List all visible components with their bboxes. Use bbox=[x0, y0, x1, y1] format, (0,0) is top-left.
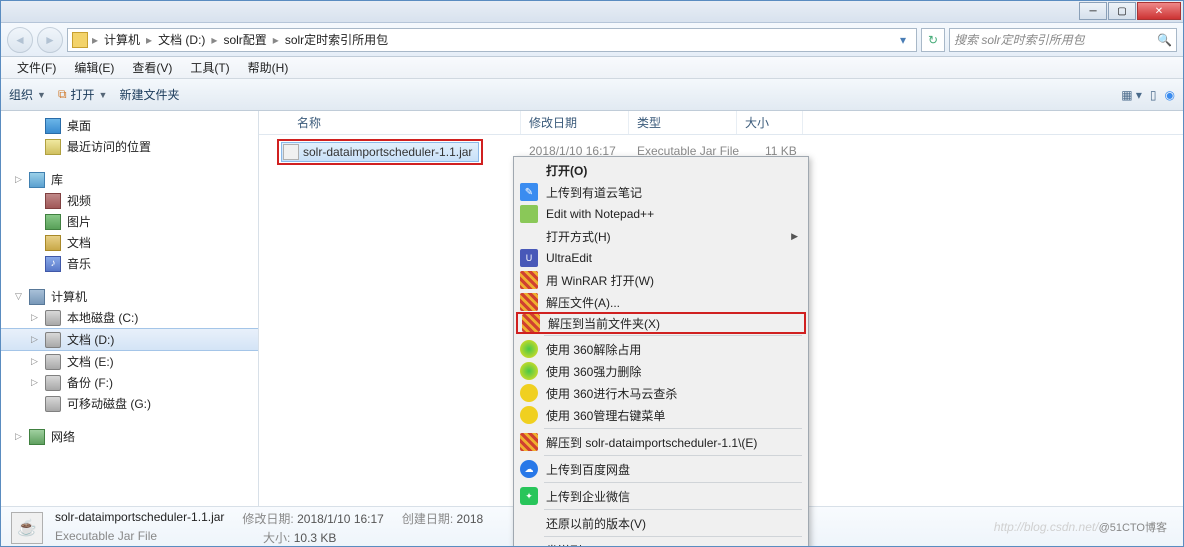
organize-button[interactable]: 组织 ▼ bbox=[9, 86, 46, 103]
file-name: solr-dataimportscheduler-1.1.jar bbox=[303, 145, 472, 159]
col-size[interactable]: 大小 bbox=[737, 111, 803, 134]
sidebar-item-disk-g[interactable]: 可移动磁盘 (G:) bbox=[1, 393, 258, 414]
ctx-ultraedit[interactable]: UUltraEdit bbox=[516, 247, 806, 269]
ctx-restore[interactable]: 还原以前的版本(V) bbox=[516, 512, 806, 534]
sidebar-item-pictures[interactable]: 图片 bbox=[1, 211, 258, 232]
folder-icon bbox=[72, 32, 88, 48]
search-input[interactable]: 搜索 solr定时索引所用包 🔍 bbox=[949, 28, 1177, 52]
sidebar-item-network[interactable]: ▷网络 bbox=[1, 426, 258, 447]
minimize-button[interactable]: ─ bbox=[1079, 2, 1107, 20]
ctx-send-to[interactable]: 发送到(N)▶ bbox=[516, 539, 806, 547]
refresh-button[interactable]: ↻ bbox=[921, 28, 945, 52]
context-menu: 打开(O) ✎上传到有道云笔记 Edit with Notepad++ 打开方式… bbox=[513, 156, 809, 547]
details-file-icon: ☕ bbox=[11, 512, 43, 544]
sidebar-item-disk-e[interactable]: ▷文档 (E:) bbox=[1, 351, 258, 372]
ctx-wework[interactable]: ✦上传到企业微信 bbox=[516, 485, 806, 507]
col-type[interactable]: 类型 bbox=[629, 111, 737, 134]
search-icon: 🔍 bbox=[1157, 33, 1172, 47]
preview-pane-icon[interactable]: ▯ bbox=[1150, 88, 1157, 102]
menu-view[interactable]: 查看(V) bbox=[124, 57, 180, 78]
ctx-baidu[interactable]: ☁上传到百度网盘 bbox=[516, 458, 806, 480]
sidebar-item-library[interactable]: ▷库 bbox=[1, 169, 258, 190]
breadcrumb-dropdown-icon[interactable]: ▾ bbox=[894, 33, 912, 47]
menu-help[interactable]: 帮助(H) bbox=[240, 57, 297, 78]
titlebar: ─ ▢ ✕ bbox=[1, 1, 1183, 23]
details-filetype: Executable Jar File bbox=[55, 529, 157, 546]
jar-icon bbox=[283, 144, 299, 160]
column-headers: 名称 修改日期 类型 大小 bbox=[259, 111, 1183, 135]
col-name[interactable]: 名称 bbox=[289, 111, 521, 134]
menubar: 文件(F) 编辑(E) 查看(V) 工具(T) 帮助(H) bbox=[1, 57, 1183, 79]
help-icon[interactable]: ◉ bbox=[1165, 88, 1175, 102]
ctx-youdao[interactable]: ✎上传到有道云笔记 bbox=[516, 181, 806, 203]
sidebar-item-recent[interactable]: 最近访问的位置 bbox=[1, 136, 258, 157]
ctx-360-force-del[interactable]: 使用 360强力删除 bbox=[516, 360, 806, 382]
menu-edit[interactable]: 编辑(E) bbox=[66, 57, 122, 78]
ctx-extract-to[interactable]: 解压到 solr-dataimportscheduler-1.1\(E) bbox=[516, 431, 806, 453]
sidebar-item-disk-c[interactable]: ▷本地磁盘 (C:) bbox=[1, 307, 258, 328]
view-mode-icon[interactable]: ▦ ▾ bbox=[1121, 88, 1142, 102]
sidebar: 桌面 最近访问的位置 ▷库 视频 图片 文档 ♪音乐 ▽计算机 ▷本地磁盘 (C… bbox=[1, 111, 259, 506]
search-placeholder: 搜索 solr定时索引所用包 bbox=[954, 31, 1085, 48]
maximize-button[interactable]: ▢ bbox=[1108, 2, 1136, 20]
sidebar-item-video[interactable]: 视频 bbox=[1, 190, 258, 211]
back-button[interactable]: ◄ bbox=[7, 27, 33, 53]
ctx-360-trojan[interactable]: 使用 360进行木马云查杀 bbox=[516, 382, 806, 404]
bc-drive[interactable]: 文档 (D:) bbox=[152, 31, 211, 48]
new-folder-button[interactable]: 新建文件夹 bbox=[119, 86, 179, 103]
sidebar-item-documents[interactable]: 文档 bbox=[1, 232, 258, 253]
forward-button[interactable]: ► bbox=[37, 27, 63, 53]
bc-computer[interactable]: 计算机 bbox=[98, 31, 146, 48]
ctx-open[interactable]: 打开(O) bbox=[516, 159, 806, 181]
close-button[interactable]: ✕ bbox=[1137, 2, 1181, 20]
ctx-notepad[interactable]: Edit with Notepad++ bbox=[516, 203, 806, 225]
ctx-360-clear[interactable]: 使用 360解除占用 bbox=[516, 338, 806, 360]
menu-tools[interactable]: 工具(T) bbox=[182, 57, 237, 78]
breadcrumb[interactable]: ▸ 计算机▸ 文档 (D:)▸ solr配置▸ solr定时索引所用包 ▾ bbox=[67, 28, 917, 52]
ctx-extract-here[interactable]: 解压到当前文件夹(X) bbox=[516, 312, 806, 334]
ctx-360-menu[interactable]: 使用 360管理右键菜单 bbox=[516, 404, 806, 426]
sidebar-item-desktop[interactable]: 桌面 bbox=[1, 115, 258, 136]
ctx-open-with[interactable]: 打开方式(H)▶ bbox=[516, 225, 806, 247]
sidebar-item-computer[interactable]: ▽计算机 bbox=[1, 286, 258, 307]
bc-folder2[interactable]: solr定时索引所用包 bbox=[279, 31, 394, 48]
ctx-winrar-open[interactable]: 用 WinRAR 打开(W) bbox=[516, 269, 806, 291]
sidebar-item-disk-f[interactable]: ▷备份 (F:) bbox=[1, 372, 258, 393]
sidebar-item-disk-d[interactable]: ▷文档 (D:) bbox=[1, 328, 258, 351]
toolbar: 组织 ▼ ⧉ 打开 ▼ 新建文件夹 ▦ ▾ ▯ ◉ bbox=[1, 79, 1183, 111]
open-button[interactable]: ⧉ 打开 ▼ bbox=[58, 86, 108, 103]
menu-file[interactable]: 文件(F) bbox=[9, 57, 64, 78]
sidebar-item-music[interactable]: ♪音乐 bbox=[1, 253, 258, 274]
details-filename: solr-dataimportscheduler-1.1.jar bbox=[55, 510, 224, 527]
col-date[interactable]: 修改日期 bbox=[521, 111, 629, 134]
ctx-extract-files[interactable]: 解压文件(A)... bbox=[516, 291, 806, 313]
bc-folder1[interactable]: solr配置 bbox=[217, 31, 272, 48]
